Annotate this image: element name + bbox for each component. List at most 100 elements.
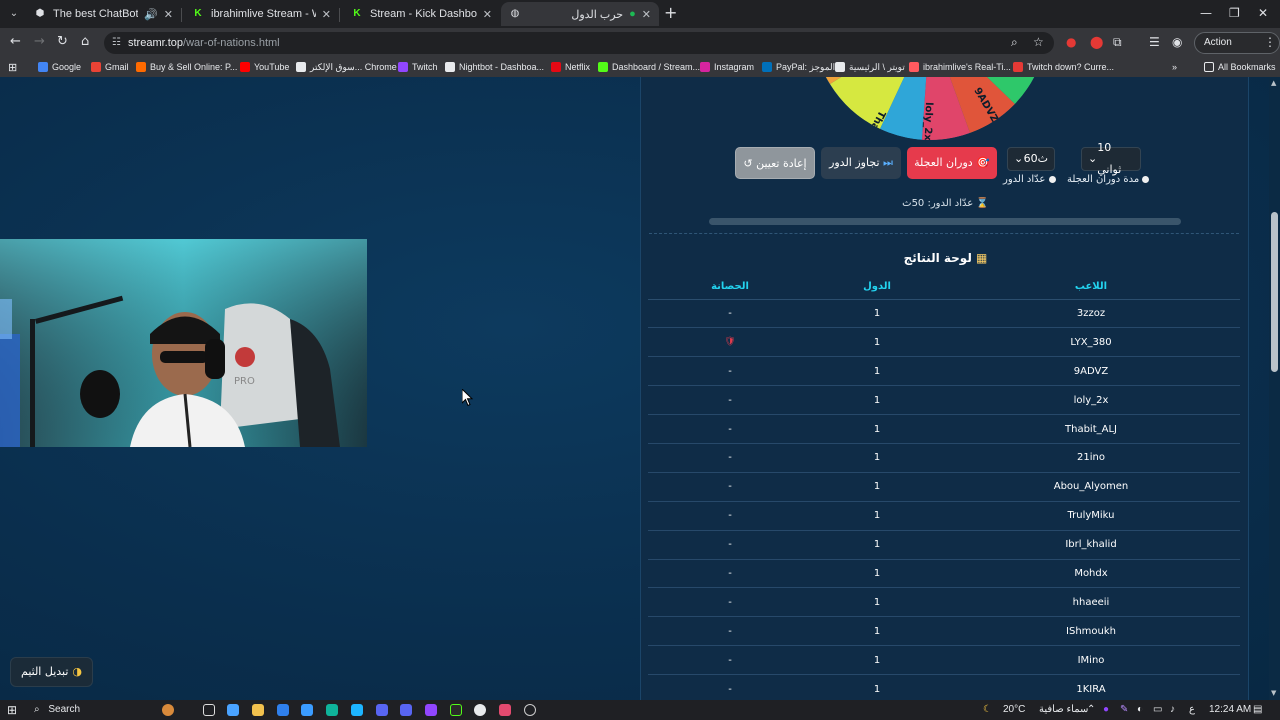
page-scrollbar[interactable]: ▲ ▼ [1269, 77, 1280, 700]
file-explorer-icon[interactable] [252, 704, 264, 716]
close-tab-icon[interactable]: ✕ [322, 8, 331, 21]
scrollbar-thumb[interactable] [1271, 212, 1278, 372]
taskbar-search[interactable]: ⌕ Search [34, 703, 80, 717]
forward-arrow-icon[interactable]: → [34, 35, 45, 49]
scroll-up-icon[interactable]: ▲ [1271, 79, 1276, 87]
minimize-icon[interactable]: — [1200, 6, 1212, 20]
bookmark-twitch-down-curre[interactable]: Twitch down? Curre... [1013, 60, 1114, 74]
browser-tab-kick-live[interactable]: K ibrahimlive Stream - Watch Live ✕ [184, 2, 340, 26]
bookmark-dashboard-stream[interactable]: Dashboard / Stream... [598, 60, 700, 74]
reload-icon[interactable]: ↻ [57, 35, 68, 49]
profile-avatar-icon[interactable]: ◉ [1172, 35, 1182, 49]
browser-tab-war-of-nations[interactable]: ◍ حرب الدول ● ✕ [501, 2, 659, 26]
tray-app-icon[interactable]: ● [1103, 703, 1109, 717]
home-icon[interactable]: ⌂ [81, 35, 89, 49]
discord-icon[interactable] [400, 704, 412, 716]
back-arrow-icon[interactable]: ← [10, 35, 21, 49]
tray-app-icon[interactable]: ◐ [1137, 703, 1143, 717]
app-icon[interactable] [425, 704, 437, 716]
store-icon[interactable] [277, 704, 289, 716]
browser-tab-chatbot[interactable]: ⬢ The best ChatBot and Widg 🔊 ✕ [26, 2, 182, 26]
recording-dot-icon: ● [629, 8, 636, 20]
app-icon[interactable] [524, 704, 536, 716]
reset-button[interactable]: ↺ إعادة تعيين [735, 147, 815, 179]
menu-dots-icon[interactable]: ⋮ [1264, 35, 1276, 49]
cell-player: TrulyMiku [942, 501, 1240, 531]
bookmark-star-icon[interactable]: ☆ [1033, 35, 1044, 49]
widgets-icon[interactable] [162, 704, 174, 716]
keyboard-language[interactable]: ع [1189, 703, 1195, 717]
all-bookmarks-folder[interactable]: All Bookmarks [1204, 60, 1276, 74]
edge-icon[interactable] [326, 704, 338, 716]
cell-player: IMino [942, 645, 1240, 676]
app-icon[interactable] [499, 704, 511, 716]
skip-turn-button[interactable]: تجاوز الدور ⏭ [821, 147, 901, 179]
bookmark-youtube[interactable]: YouTube [240, 60, 289, 74]
extension-red-icon[interactable]: ● [1066, 35, 1076, 49]
browser-tab-kick-dashboard[interactable]: K Stream - Kick Dashboard ✕ [343, 2, 500, 26]
tray-bell-icon[interactable]: ♪ [1170, 703, 1175, 717]
bookmark-gmail[interactable]: Gmail [91, 60, 129, 74]
moon-weather-icon: ☾ [983, 704, 992, 715]
browser-toolbar: ← → ↻ ⌂ ☷ streamr.top/war-of-nations.htm… [0, 28, 1280, 68]
new-tab-button[interactable]: + [664, 5, 677, 21]
cell-player: 3zzoz [942, 299, 1240, 329]
game-controls: ↺ إعادة تعيين تجاوز الدور ⏭ دوران العجلة… [641, 141, 1248, 187]
chrome-icon[interactable] [474, 704, 486, 716]
close-tab-icon[interactable]: ✕ [164, 8, 173, 21]
spin-wheel[interactable]: loly_2x 9ADVZ Thabit_ALJ [812, 77, 1048, 140]
bookmark-twitch[interactable]: Twitch [398, 60, 438, 74]
weather-description[interactable]: سماء صافية [1039, 703, 1088, 717]
bookmark-chrome[interactable]: سوق الإلكتر... Chrome [296, 60, 397, 74]
tab-search-chevron-icon[interactable]: ⌄ [5, 5, 23, 23]
copilot-icon[interactable] [227, 704, 239, 716]
results-row: -1 IShmoukh [648, 616, 1240, 647]
timer-text: عدّاد الدور: 50ث [902, 198, 974, 209]
bookmark-ibrahimlive-s-real-ti[interactable]: ibrahimlive's Real-Ti... [909, 60, 1011, 74]
speaker-icon[interactable]: 🔊 [144, 8, 158, 21]
webcam-overlay: PRO [0, 239, 367, 447]
more-bookmarks-icon[interactable]: » [1172, 60, 1177, 74]
app-icon[interactable] [376, 704, 388, 716]
close-tab-icon[interactable]: ✕ [483, 8, 492, 21]
reset-label: إعادة تعيين [756, 157, 807, 170]
windows-start-icon[interactable]: ⊞ [7, 703, 17, 717]
webcam-video: PRO [0, 239, 367, 447]
close-tab-icon[interactable]: ✕ [642, 8, 651, 21]
toggle-theme-button[interactable]: تبديل الثيم ◑ [10, 657, 94, 687]
tray-pen-icon[interactable]: ✎ [1120, 703, 1128, 717]
bookmark-nightbot-dashboa[interactable]: Nightbot - Dashboa... [445, 60, 544, 74]
results-table: الحصانة الدول اللاعب -1 3zzoz 🛡 1 LYX_380-1 9… [648, 275, 1240, 700]
bookmark-paypal[interactable]: PayPal: الموجز [762, 60, 835, 74]
turn-timer-select[interactable]: ⌄ 60ث [1007, 147, 1055, 171]
bookmark-label: YouTube [254, 62, 290, 72]
bookmark-label: Nightbot - Dashboa... [459, 62, 545, 72]
clock-time[interactable]: 12:24 AM [1209, 703, 1251, 717]
restore-icon[interactable]: ❐ [1229, 6, 1240, 20]
bookmark-[interactable]: تويتر \ الرئيسية [835, 60, 905, 74]
bookmark-netflix[interactable]: Netflix [551, 60, 590, 74]
zoom-icon[interactable]: ⌕ [1011, 35, 1018, 49]
address-bar[interactable]: ☷ streamr.top/war-of-nations.html [104, 32, 1054, 54]
site-info-icon[interactable]: ☷ [112, 32, 121, 54]
apps-grid-icon[interactable]: ⊞ [8, 60, 17, 74]
bookmark-buy-sell-online-p[interactable]: Buy & Sell Online: P... [136, 60, 237, 74]
bookmark-instagram[interactable]: Instagram [700, 60, 754, 74]
notification-icon[interactable]: ▤ [1253, 703, 1262, 717]
tray-chevron-up-icon[interactable]: ⌃ [1087, 703, 1095, 717]
media-queue-icon[interactable]: ☰ [1149, 35, 1160, 49]
browser-edge-icon[interactable] [351, 704, 363, 716]
spin-wheel-button[interactable]: دوران العجلة 🎯 [907, 147, 997, 179]
theme-button-label: تبديل الثيم [21, 665, 69, 678]
weather-temperature[interactable]: 20°C [1003, 703, 1025, 717]
bookmark-google[interactable]: Google [38, 60, 81, 74]
app-icon[interactable] [450, 704, 462, 716]
scroll-down-icon[interactable]: ▼ [1271, 689, 1276, 697]
spin-duration-select[interactable]: ⌄ 10 ثواني [1081, 141, 1141, 176]
extensions-puzzle-icon[interactable]: ⧉ [1113, 35, 1122, 49]
tray-display-icon[interactable]: ▭ [1153, 703, 1162, 717]
mail-icon[interactable] [301, 704, 313, 716]
close-window-icon[interactable]: ✕ [1258, 6, 1268, 20]
extension-pin-icon[interactable]: ⬤ [1090, 35, 1103, 49]
task-view-icon[interactable] [203, 704, 215, 716]
